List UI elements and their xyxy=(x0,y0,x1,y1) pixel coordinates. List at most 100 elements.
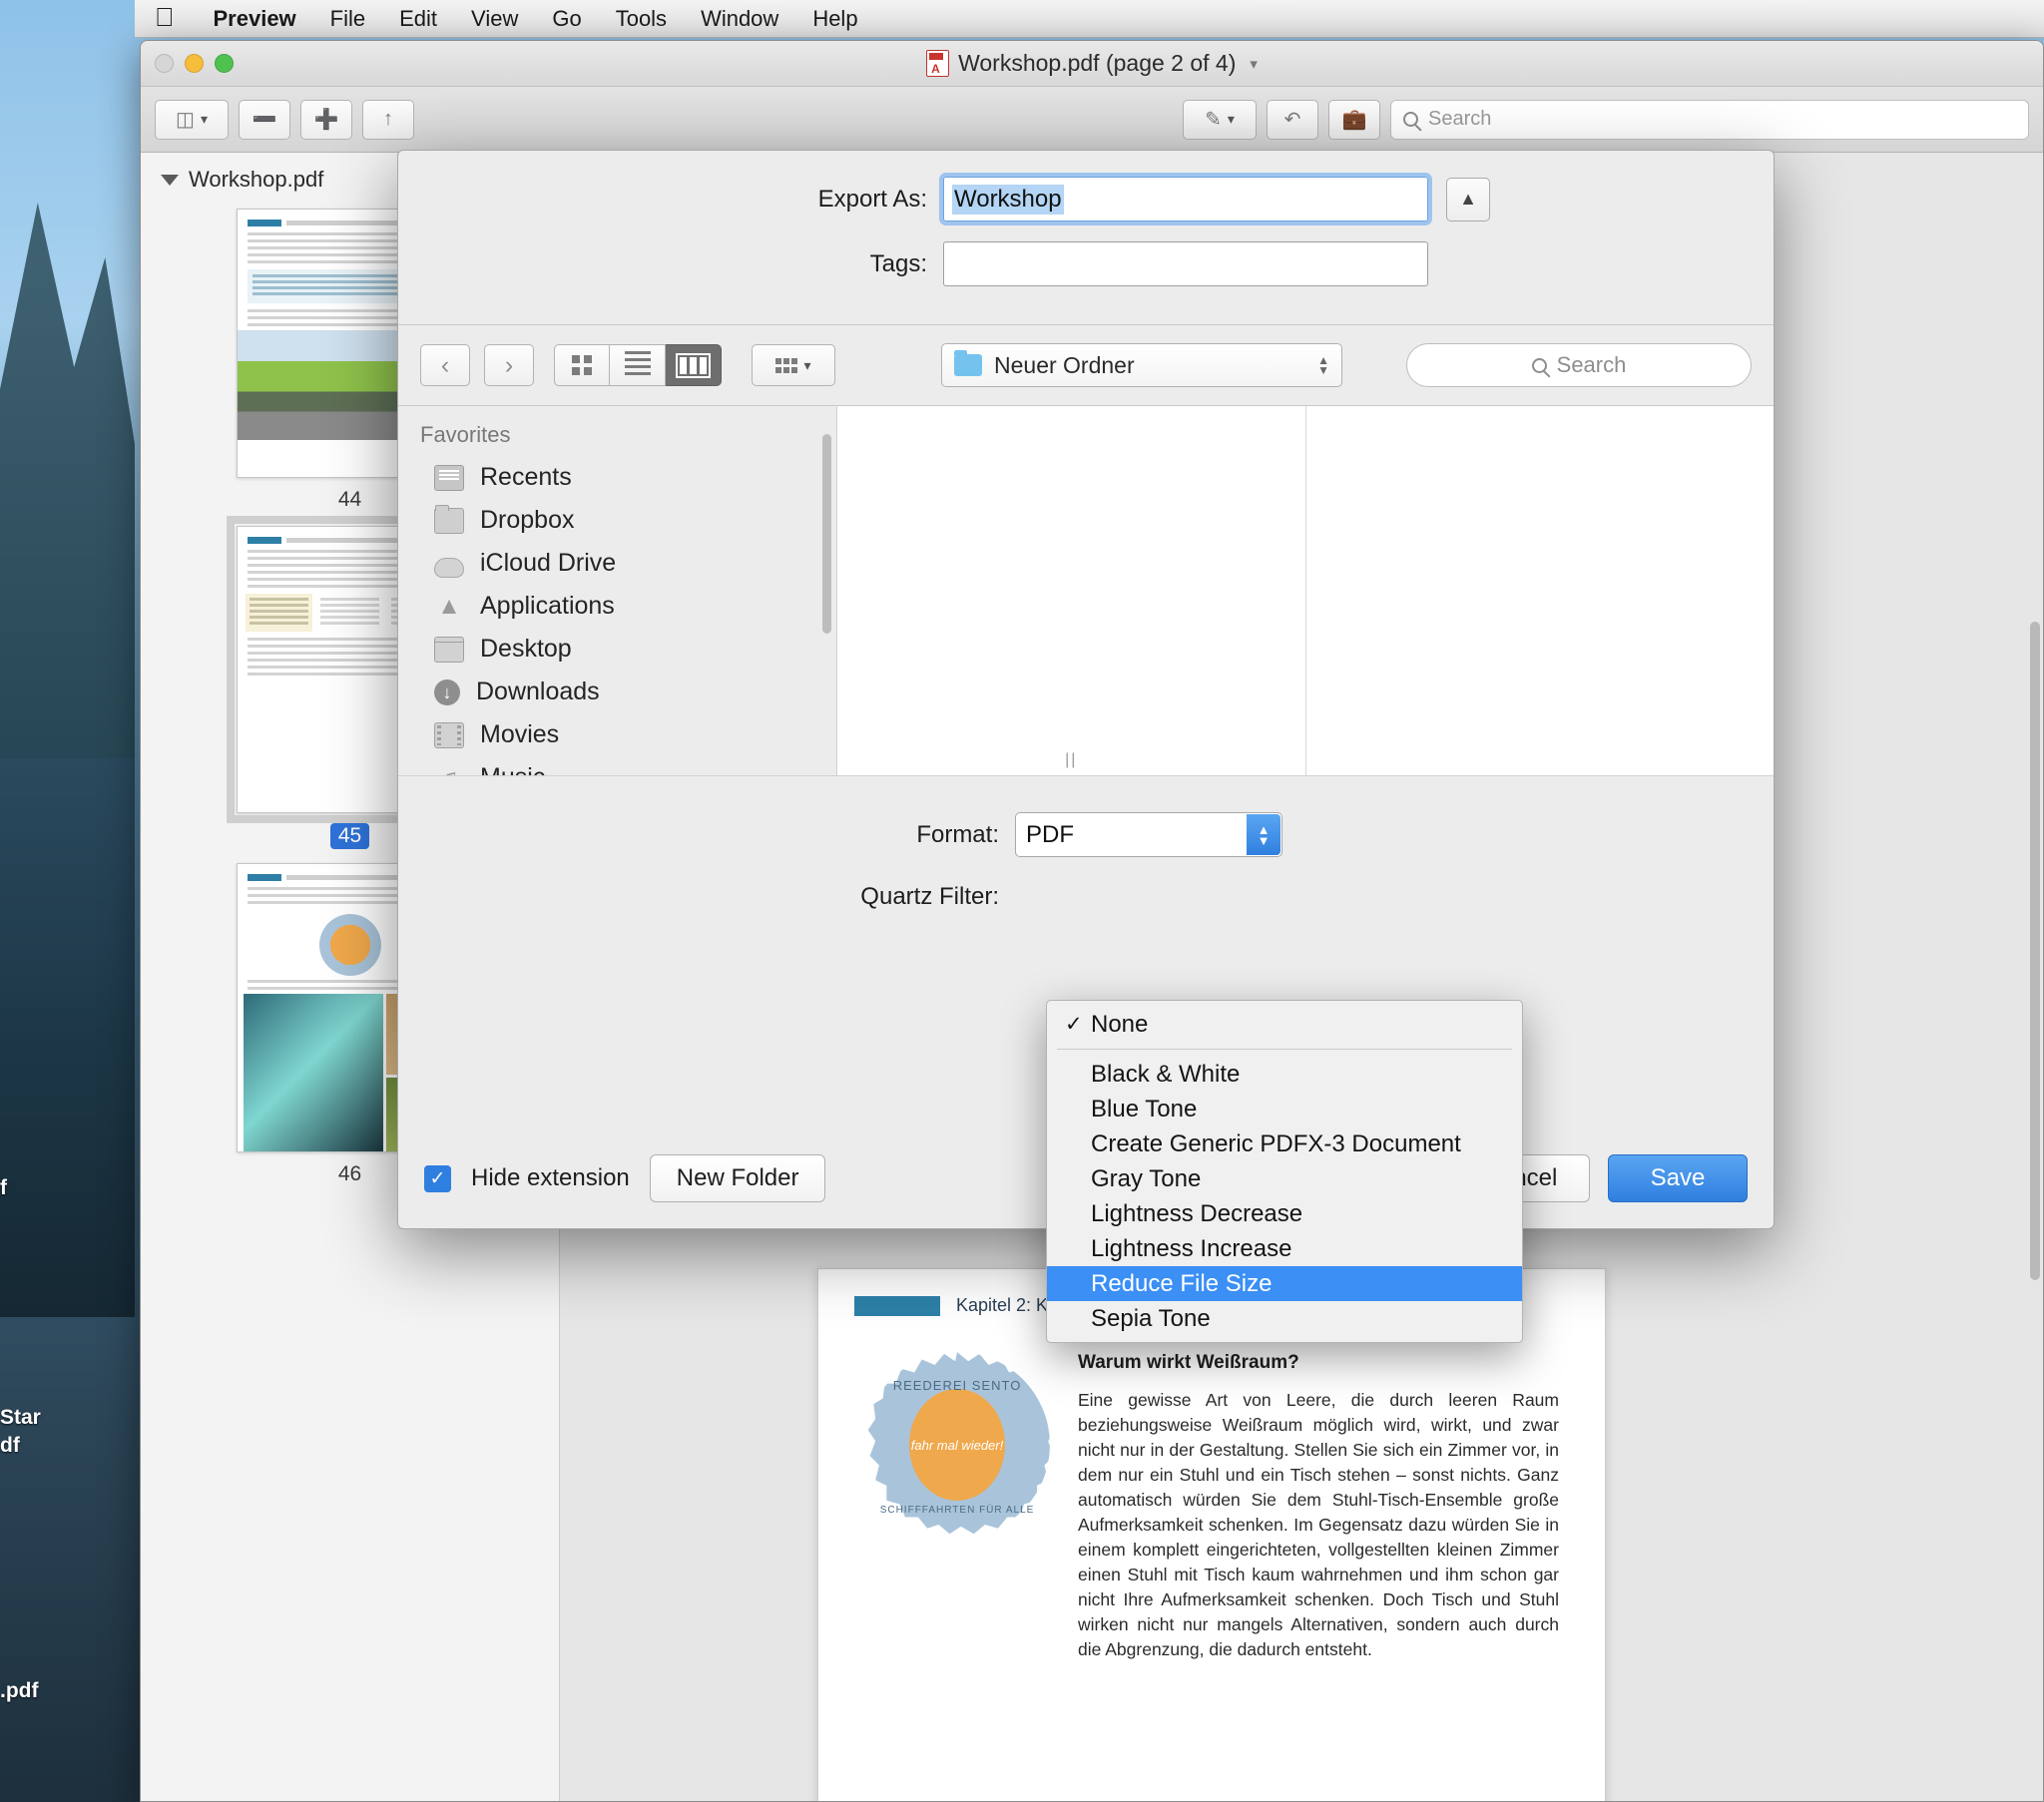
menu-item-lightness-decrease[interactable]: Lightness Decrease xyxy=(1047,1196,1522,1231)
menu-item-go[interactable]: Go xyxy=(535,6,598,32)
menu-item-reduce-file-size[interactable]: Reduce File Size xyxy=(1047,1266,1522,1301)
menu-item-blue-tone[interactable]: Blue Tone xyxy=(1047,1092,1522,1126)
sidebar-item-icloud-drive[interactable]: iCloud Drive xyxy=(398,542,836,585)
desktop-file-label[interactable]: Star xyxy=(0,1405,100,1430)
pdf-file-icon xyxy=(926,50,950,77)
sidebar-toggle-button[interactable]: ◫ ▾ xyxy=(155,99,229,140)
toolkit-button[interactable]: 💼 xyxy=(1328,99,1380,140)
format-popup-button[interactable]: PDF ▲ ▼ xyxy=(1015,812,1282,857)
sidebar-item-label: iCloud Drive xyxy=(480,549,617,577)
hide-extension-checkbox[interactable]: ✓ xyxy=(424,1164,451,1192)
expand-collapse-button[interactable]: ▲ xyxy=(1446,177,1490,222)
menu-item-none[interactable]: ✓ None xyxy=(1047,1007,1522,1042)
format-value: PDF xyxy=(1026,820,1074,848)
tags-input[interactable] xyxy=(943,241,1428,286)
save-button[interactable]: Save xyxy=(1608,1154,1748,1202)
thumbnail-page-number: 46 xyxy=(337,1162,362,1185)
menu-item-lightness-increase[interactable]: Lightness Increase xyxy=(1047,1231,1522,1266)
file-search-input[interactable]: Search xyxy=(1406,343,1752,387)
menu-item-label: Gray Tone xyxy=(1091,1164,1202,1192)
desktop-icon xyxy=(434,636,464,663)
menu-item-view[interactable]: View xyxy=(454,6,535,32)
zoom-in-button[interactable]: ➕ xyxy=(300,99,352,140)
folder-icon xyxy=(954,350,982,376)
sidebar-item-recents[interactable]: Recents xyxy=(398,456,836,499)
markup-pen-icon: ✎ xyxy=(1205,109,1222,131)
desktop-file-label[interactable]: df xyxy=(0,1433,100,1458)
desktop-file-label[interactable]: f xyxy=(0,1175,100,1200)
hide-extension-label: Hide extension xyxy=(471,1164,630,1191)
sidebar-item-dropbox[interactable]: Dropbox xyxy=(398,499,836,542)
view-mode-segmented-control xyxy=(554,344,722,386)
arrange-button[interactable]: ▾ xyxy=(752,344,835,386)
column-view-icon xyxy=(676,352,711,378)
browser-column-1[interactable]: || xyxy=(837,406,1306,775)
search-input[interactable]: Search xyxy=(1390,99,2029,140)
toolkit-icon: 💼 xyxy=(1341,109,1367,131)
zoom-button[interactable] xyxy=(215,54,234,73)
document-page-46: Kapitel 2: Kenne und nutze die Mittel RE… xyxy=(817,1268,1606,1801)
list-view-button[interactable] xyxy=(610,344,666,386)
sidebar-item-label: Music xyxy=(480,763,545,775)
close-button[interactable] xyxy=(155,54,174,73)
sidebar-item-movies[interactable]: Movies xyxy=(398,713,836,756)
browser-column-2[interactable] xyxy=(1305,406,1774,775)
sidebar-item-applications[interactable]: ▲ Applications xyxy=(398,585,836,628)
export-as-value: Workshop xyxy=(952,184,1064,215)
chevron-down-icon[interactable]: ▾ xyxy=(1250,55,1258,73)
menu-item-sepia-tone[interactable]: Sepia Tone xyxy=(1047,1301,1522,1336)
markup-button[interactable]: ✎ ▾ xyxy=(1183,99,1257,140)
new-folder-button[interactable]: New Folder xyxy=(649,1154,826,1202)
forward-button[interactable]: › xyxy=(484,344,534,386)
document-scrollbar[interactable] xyxy=(2030,622,2040,1280)
applications-icon: ▲ xyxy=(437,592,461,620)
column-resize-handle[interactable]: || xyxy=(1065,751,1077,769)
thumbnail-page-number: 44 xyxy=(337,488,362,511)
thumbnail-page-number-selected: 45 xyxy=(329,823,370,849)
share-button[interactable]: ↑ xyxy=(362,99,414,140)
disclosure-triangle-icon[interactable] xyxy=(161,174,179,186)
apple-icon[interactable]:  xyxy=(155,2,175,33)
menu-item-tools[interactable]: Tools xyxy=(599,6,684,32)
menu-item-label: Create Generic PDFX-3 Document xyxy=(1091,1129,1461,1157)
menu-separator xyxy=(1057,1049,1512,1050)
document-body: REEDEREI SENTO fahr mal wieder! SCHIFFFA… xyxy=(818,1316,1605,1698)
menu-item-create-generic-pdfx3[interactable]: Create Generic PDFX-3 Document xyxy=(1047,1126,1522,1161)
export-as-row: Export As: Workshop ▲ xyxy=(398,173,1774,225)
sidebar-item-music[interactable]: ♫ Music xyxy=(398,756,836,775)
menu-item-label: Black & White xyxy=(1091,1060,1241,1088)
minimize-button[interactable] xyxy=(185,54,204,73)
icon-view-button[interactable] xyxy=(554,344,610,386)
tags-row: Tags: xyxy=(398,241,1774,286)
sidebar-item-downloads[interactable]: ↓ Downloads xyxy=(398,671,836,713)
cloud-icon xyxy=(434,557,464,578)
folder-location-popup[interactable]: Neuer Ordner ▲ ▼ xyxy=(941,343,1342,387)
search-icon xyxy=(1531,357,1547,373)
menu-item-black-and-white[interactable]: Black & White xyxy=(1047,1057,1522,1092)
menu-item-label: Blue Tone xyxy=(1091,1095,1198,1123)
rotate-button[interactable]: ↶ xyxy=(1267,99,1318,140)
menu-item-file[interactable]: File xyxy=(313,6,382,32)
chevron-down-icon: ▾ xyxy=(200,111,208,127)
screen: f Star df .pdf  Preview File Edit View … xyxy=(0,0,2044,1802)
format-label: Format: xyxy=(916,820,999,848)
menu-item-window[interactable]: Window xyxy=(684,6,795,32)
quartz-filter-row: Quartz Filter: xyxy=(398,883,1774,911)
window-titlebar: Workshop.pdf (page 2 of 4) ▾ xyxy=(141,41,2043,87)
format-options: Format: PDF ▲ ▼ Quartz Filter: xyxy=(398,775,1774,975)
menu-item-gray-tone[interactable]: Gray Tone xyxy=(1047,1161,1522,1196)
rotate-icon: ↶ xyxy=(1283,109,1301,131)
menu-item-edit[interactable]: Edit xyxy=(382,6,454,32)
back-button[interactable]: ‹ xyxy=(420,344,470,386)
menu-item-help[interactable]: Help xyxy=(795,6,874,32)
sidebar-item-label: Applications xyxy=(480,592,615,620)
zoom-out-button[interactable]: ➖ xyxy=(239,99,290,140)
menu-bar:  Preview File Edit View Go Tools Window… xyxy=(135,0,2044,38)
menu-item-preview[interactable]: Preview xyxy=(197,6,313,32)
export-as-input[interactable]: Workshop xyxy=(939,173,1432,225)
seal-top-text: REEDEREI SENTO xyxy=(892,1378,1022,1394)
desktop-file-label[interactable]: .pdf xyxy=(0,1678,100,1703)
sidebar-item-desktop[interactable]: Desktop xyxy=(398,628,836,671)
column-view-button[interactable] xyxy=(666,344,722,386)
favorites-scrollbar[interactable] xyxy=(822,434,831,634)
